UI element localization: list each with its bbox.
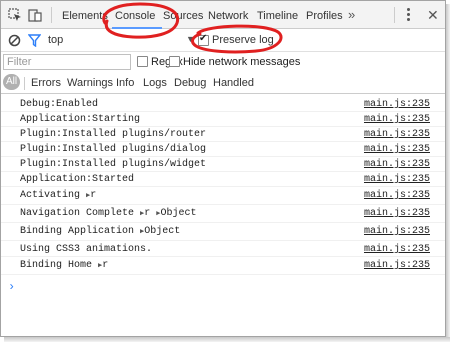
console-message: Using CSS3 animations. <box>20 244 153 255</box>
console-message-text: Binding Home <box>20 260 93 271</box>
filter-input[interactable] <box>3 54 131 70</box>
console-toolbar: top ▼ Preserve log <box>1 30 445 52</box>
context-dropdown-icon[interactable]: ▼ <box>186 34 195 44</box>
preserve-log-checkbox[interactable] <box>198 33 209 46</box>
console-message: Activating ▶r <box>20 190 96 201</box>
console-message: Application:Starting <box>20 114 141 125</box>
object-preview[interactable]: Object <box>161 208 197 219</box>
clear-console-icon[interactable] <box>8 34 21 47</box>
console-prompt-icon[interactable]: › <box>8 280 15 294</box>
window-shadow <box>446 4 450 340</box>
console-row: Using CSS3 animations. main.js:235 <box>1 241 445 257</box>
filter-icon[interactable] <box>28 34 41 47</box>
console-row: Application:Started main.js:235 <box>1 172 445 187</box>
console-row: Binding Application ▶Object main.js:235 <box>1 223 445 241</box>
source-link[interactable]: main.js:235 <box>364 244 430 255</box>
console-row: Binding Home ▶r main.js:235 <box>1 257 445 275</box>
console-row: Plugin:Installed plugins/router main.js:… <box>1 127 445 142</box>
console-message: Binding Application ▶Object <box>20 226 180 237</box>
preserve-log-label[interactable]: Preserve log <box>212 34 274 46</box>
console-message: Binding Home ▶r <box>20 260 108 271</box>
devtools-window: Elements Console Sources Network Timelin… <box>0 0 446 337</box>
toolbar-divider <box>51 7 52 23</box>
tab-console[interactable]: Console <box>115 10 155 22</box>
console-row: Debug:Enabled main.js:235 <box>1 97 445 112</box>
console-row: Application:Starting main.js:235 <box>1 112 445 127</box>
source-link[interactable]: main.js:235 <box>364 159 430 170</box>
window-shadow <box>4 337 450 342</box>
source-link[interactable]: main.js:235 <box>364 260 430 271</box>
toolbar-divider <box>394 7 395 23</box>
inspect-element-icon[interactable] <box>8 8 22 22</box>
level-info[interactable]: Info <box>116 77 134 89</box>
console-message: Navigation Complete ▶r ▶Object <box>20 208 197 219</box>
source-link[interactable]: main.js:235 <box>364 129 430 140</box>
hide-network-label[interactable]: Hide network messages <box>183 56 300 68</box>
more-tabs-icon[interactable]: » <box>348 7 355 22</box>
console-message-text: Activating <box>20 190 81 201</box>
console-message: Plugin:Installed plugins/dialog <box>20 144 207 155</box>
console-message-text: Binding Application <box>20 226 135 237</box>
log-levels-bar: All Errors Warnings Info Logs Debug Hand… <box>1 72 445 94</box>
tab-network[interactable]: Network <box>208 10 248 22</box>
level-logs[interactable]: Logs <box>143 77 167 89</box>
source-link[interactable]: main.js:235 <box>364 99 430 110</box>
context-selector-value[interactable]: top <box>48 34 63 46</box>
level-all[interactable]: All <box>3 74 20 90</box>
device-toolbar-icon[interactable] <box>28 8 42 22</box>
console-message: Application:Started <box>20 174 135 185</box>
source-link[interactable]: main.js:235 <box>364 114 430 125</box>
tab-timeline[interactable]: Timeline <box>257 10 298 22</box>
level-handled[interactable]: Handled <box>213 77 254 89</box>
console-message-text: Navigation Complete <box>20 208 135 219</box>
customize-menu-icon[interactable] <box>405 7 411 23</box>
source-link[interactable]: main.js:235 <box>364 174 430 185</box>
regex-checkbox[interactable] <box>137 56 148 67</box>
filter-row: Regex Hide network messages <box>1 52 445 72</box>
close-devtools-icon[interactable]: ✕ <box>427 7 439 24</box>
console-message: Debug:Enabled <box>20 99 99 110</box>
object-preview[interactable]: r <box>90 190 96 201</box>
console-output: Debug:Enabled main.js:235 Application:St… <box>1 95 445 336</box>
source-link[interactable]: main.js:235 <box>364 226 430 237</box>
object-preview[interactable]: Object <box>144 226 180 237</box>
tab-elements[interactable]: Elements <box>62 10 108 22</box>
levels-divider <box>24 77 25 90</box>
devtools-tab-bar: Elements Console Sources Network Timelin… <box>1 1 445 29</box>
level-warnings[interactable]: Warnings <box>67 77 113 89</box>
source-link[interactable]: main.js:235 <box>364 208 430 219</box>
object-preview[interactable]: r <box>144 208 150 219</box>
level-errors[interactable]: Errors <box>31 77 61 89</box>
console-row: Plugin:Installed plugins/dialog main.js:… <box>1 142 445 157</box>
tab-profiles[interactable]: Profiles <box>306 10 343 22</box>
console-message: Plugin:Installed plugins/router <box>20 129 207 140</box>
source-link[interactable]: main.js:235 <box>364 144 430 155</box>
tab-sources[interactable]: Sources <box>163 10 203 22</box>
console-row: Navigation Complete ▶r ▶Object main.js:2… <box>1 205 445 223</box>
console-row: Plugin:Installed plugins/widget main.js:… <box>1 157 445 172</box>
level-debug[interactable]: Debug <box>174 77 206 89</box>
console-row: Activating ▶r main.js:235 <box>1 187 445 205</box>
active-tab-indicator <box>112 27 162 29</box>
console-message: Plugin:Installed plugins/widget <box>20 159 207 170</box>
hide-network-checkbox[interactable] <box>169 56 180 67</box>
source-link[interactable]: main.js:235 <box>364 190 430 201</box>
object-preview[interactable]: r <box>102 260 108 271</box>
